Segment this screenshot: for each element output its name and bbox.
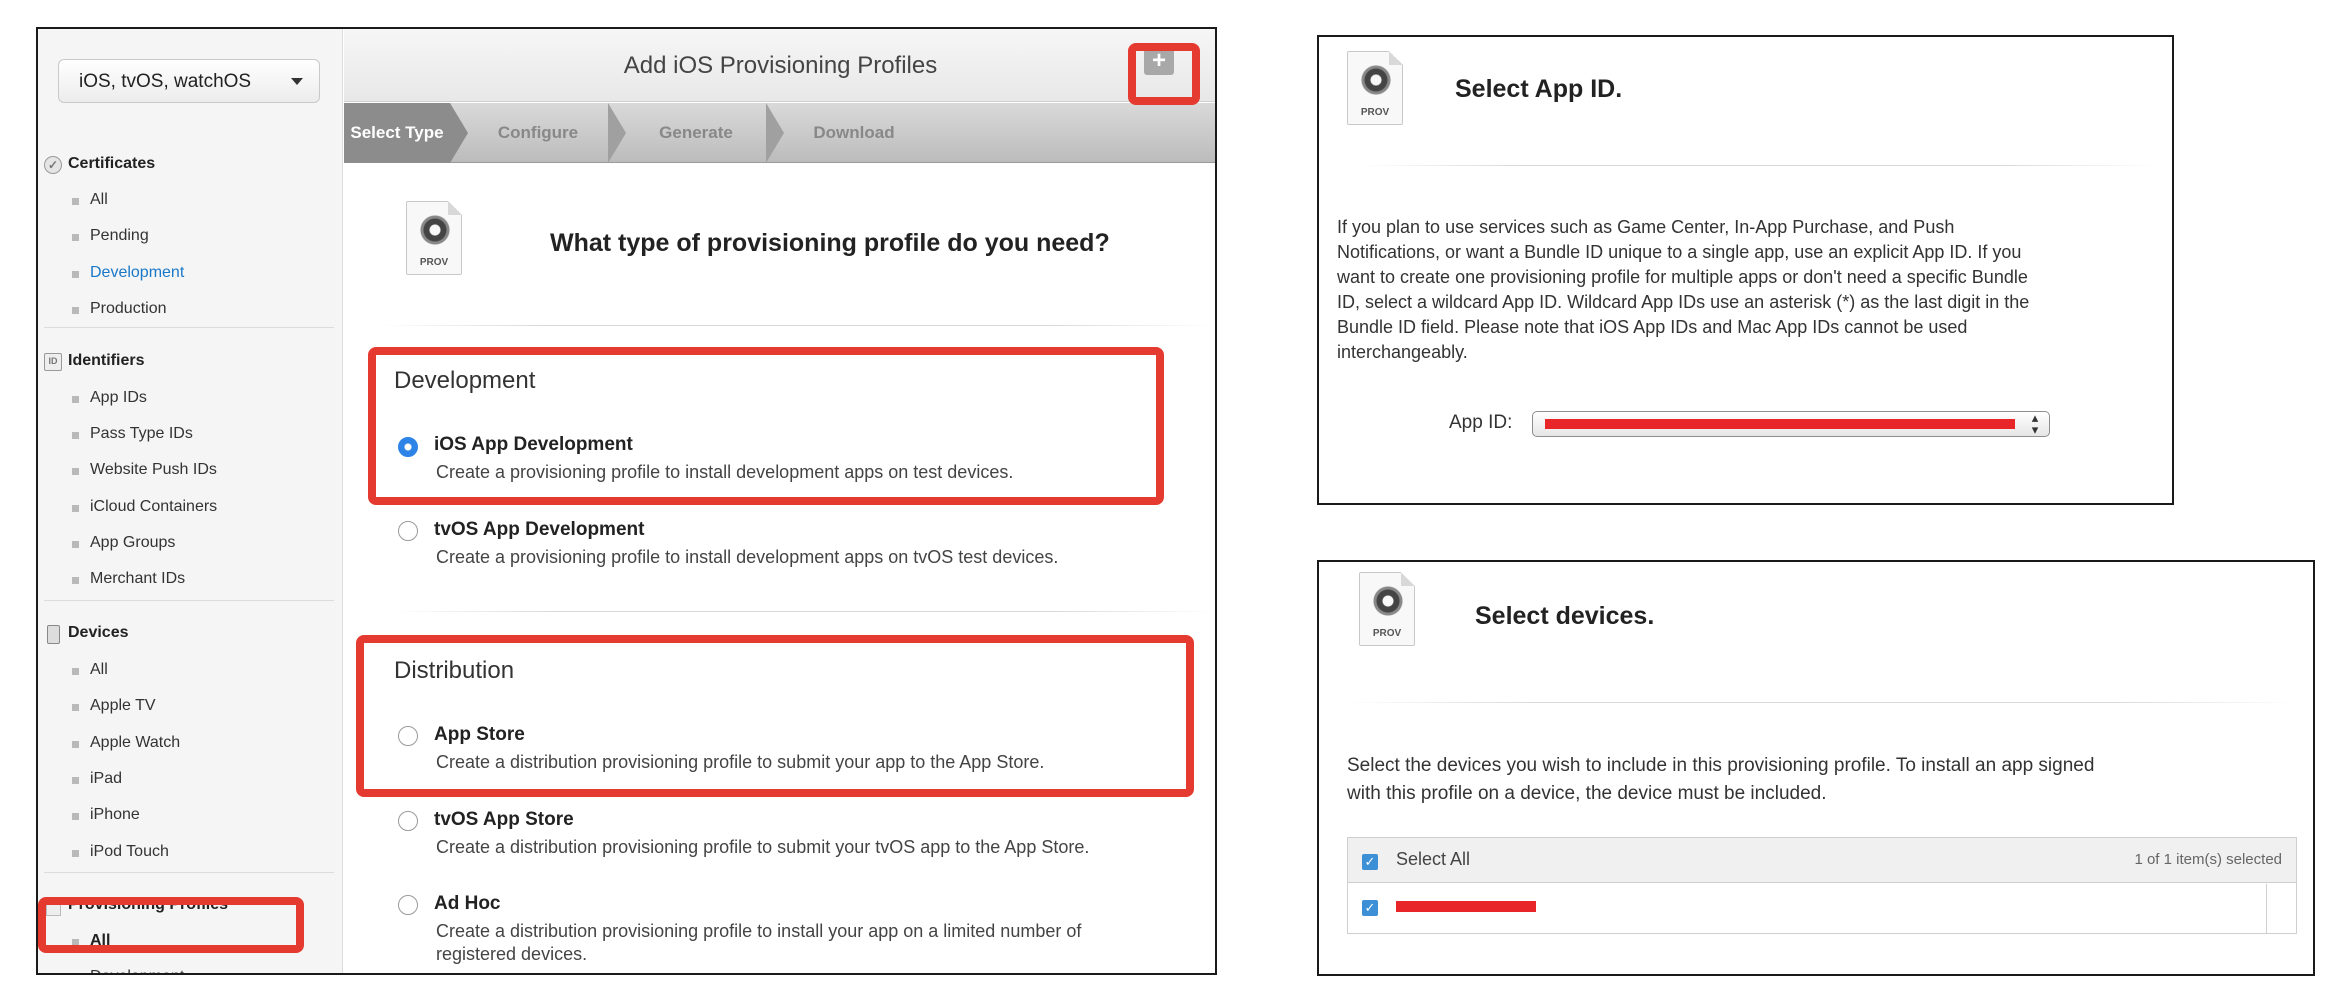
panel-title: Select devices.: [1475, 602, 1655, 630]
step-configure: Configure: [497, 123, 579, 142]
divider: [44, 600, 334, 601]
option-description: Create a distribution provisioning profi…: [436, 921, 1082, 941]
page-header: Add iOS Provisioning Profiles +: [344, 29, 1215, 102]
provisioning-profile-icon: PROV: [1359, 572, 1415, 646]
sidebar-item-provisioning-development[interactable]: Development: [70, 963, 184, 973]
page-title: Add iOS Provisioning Profiles: [623, 52, 938, 79]
device-icon: [47, 625, 60, 644]
step-download: Download: [813, 123, 895, 142]
devices-table: ✓ Select All 1 of 1 item(s) selected ✓: [1347, 837, 2297, 934]
description-line: ID, select a wildcard App ID. Wildcard A…: [1337, 292, 2030, 312]
sidebar-item-certificates-all[interactable]: All: [70, 186, 108, 214]
highlight-app-store: [356, 635, 1194, 797]
divider: [44, 872, 334, 873]
tvos-app-development-radio[interactable]: [398, 521, 418, 541]
step-separator: [608, 103, 626, 163]
step-separator: [766, 103, 784, 163]
sidebar: iOS, tvOS, watchOS Certificates All Pend…: [38, 29, 343, 973]
option-title: tvOS App Development: [434, 519, 645, 540]
sidebar-item-certificates-pending[interactable]: Pending: [70, 222, 149, 250]
chevron-down-icon: [291, 78, 303, 85]
option-title: tvOS App Store: [434, 809, 574, 830]
sidebar-item-app-groups[interactable]: App Groups: [70, 529, 175, 557]
description-line: with this profile on a device, the devic…: [1347, 783, 1827, 804]
description-line: Notifications, or want a Bundle ID uniqu…: [1337, 242, 2022, 262]
select-all-label: Select All: [1396, 849, 1471, 869]
step-generate: Generate: [659, 123, 733, 142]
sidebar-item-apple-watch[interactable]: Apple Watch: [70, 729, 180, 757]
option-description: Create a provisioning profile to install…: [436, 547, 1059, 567]
sidebar-item-ipad[interactable]: iPad: [70, 765, 122, 793]
platform-select[interactable]: iOS, tvOS, watchOS: [58, 59, 320, 103]
sidebar-section-certificates: Certificates: [42, 150, 156, 179]
divider: [394, 611, 1215, 612]
option-title: Ad Hoc: [434, 893, 501, 914]
sidebar-item-icloud-containers[interactable]: iCloud Containers: [70, 493, 217, 521]
sidebar-item-iphone[interactable]: iPhone: [70, 801, 140, 829]
id-icon: ID: [44, 353, 62, 371]
highlight-ios-app-development: [368, 347, 1164, 505]
divider: [1359, 165, 2159, 166]
highlight-add-button: [1128, 43, 1200, 105]
divider: [44, 327, 334, 328]
platform-select-value: iOS, tvOS, watchOS: [79, 71, 252, 92]
sidebar-item-apple-tv[interactable]: Apple TV: [70, 692, 156, 720]
app-id-label: App ID:: [1449, 412, 1513, 433]
description-line: want to create one provisioning profile …: [1337, 267, 2028, 287]
sidebar-item-merchant-ids[interactable]: Merchant IDs: [70, 565, 185, 593]
panel-description: If you plan to use services such as Game…: [1337, 215, 2029, 365]
select-all-checkbox[interactable]: ✓: [1362, 854, 1378, 870]
panel-description: Select the devices you wish to include i…: [1347, 752, 2094, 808]
prov-label: PROV: [1360, 107, 1390, 118]
gear-icon: [419, 214, 451, 246]
select-arrows-icon: ▴ ▾: [2031, 410, 2039, 437]
section-title: Devices: [68, 624, 129, 641]
sidebar-item-pass-type-ids[interactable]: Pass Type IDs: [70, 420, 193, 448]
tvos-app-store-radio[interactable]: [398, 811, 418, 831]
description-line: Bundle ID field. Please note that iOS Ap…: [1337, 317, 1968, 337]
select-app-id-panel: PROV Select App ID. If you plan to use s…: [1317, 35, 2174, 505]
section-question: What type of provisioning profile do you…: [550, 229, 1110, 257]
app-id-select[interactable]: ▴ ▾: [1532, 411, 2050, 437]
sidebar-item-devices-all[interactable]: All: [70, 656, 108, 684]
sidebar-item-website-push-ids[interactable]: Website Push IDs: [70, 456, 217, 484]
section-title: Certificates: [68, 155, 156, 172]
sidebar-item-certificates-development[interactable]: Development: [70, 259, 184, 287]
provisioning-profile-icon: PROV: [1347, 51, 1403, 125]
divider: [1347, 702, 2297, 703]
gear-icon: [1360, 64, 1392, 96]
sidebar-item-app-ids[interactable]: App IDs: [70, 384, 147, 412]
divider: [378, 325, 1215, 326]
device-checkbox[interactable]: ✓: [1362, 900, 1378, 916]
select-devices-panel: PROV Select devices. Select the devices …: [1317, 560, 2315, 976]
prov-label: PROV: [419, 257, 449, 268]
step-separator: [450, 103, 468, 163]
panel-title: Select App ID.: [1455, 75, 1623, 103]
sidebar-item-ipod-touch[interactable]: iPod Touch: [70, 838, 169, 866]
provisioning-profile-icon: PROV: [406, 201, 462, 275]
description-line: Select the devices you wish to include i…: [1347, 755, 2095, 776]
sidebar-section-devices: Devices: [42, 619, 129, 647]
prov-label: PROV: [1372, 628, 1402, 639]
description-line: If you plan to use services such as Game…: [1337, 217, 1955, 237]
ad-hoc-radio[interactable]: [398, 895, 418, 915]
developer-portal-screenshot: iOS, tvOS, watchOS Certificates All Pend…: [36, 27, 1217, 975]
option-description: Create a distribution provisioning profi…: [436, 837, 1090, 857]
table-header: ✓ Select All 1 of 1 item(s) selected: [1348, 838, 2296, 883]
step-indicator: Select Type Configure Generate Download: [344, 103, 1215, 163]
certificate-icon: [44, 151, 62, 179]
sidebar-section-identifiers: ID Identifiers: [42, 347, 144, 375]
section-title: Identifiers: [68, 352, 145, 369]
sidebar-item-certificates-production[interactable]: Production: [70, 295, 167, 323]
redacted-device-name: [1396, 901, 1536, 912]
selection-count: 1 of 1 item(s) selected: [2134, 851, 2282, 868]
gear-icon: [1372, 585, 1404, 617]
description-line: interchangeably.: [1337, 342, 1468, 362]
option-description: registered devices.: [436, 944, 588, 964]
step-select-type: Select Type: [344, 103, 450, 163]
highlight-sidebar-provisioning-all: [38, 897, 304, 953]
redacted-value: [1545, 419, 2015, 429]
scrollbar[interactable]: [2266, 884, 2267, 933]
